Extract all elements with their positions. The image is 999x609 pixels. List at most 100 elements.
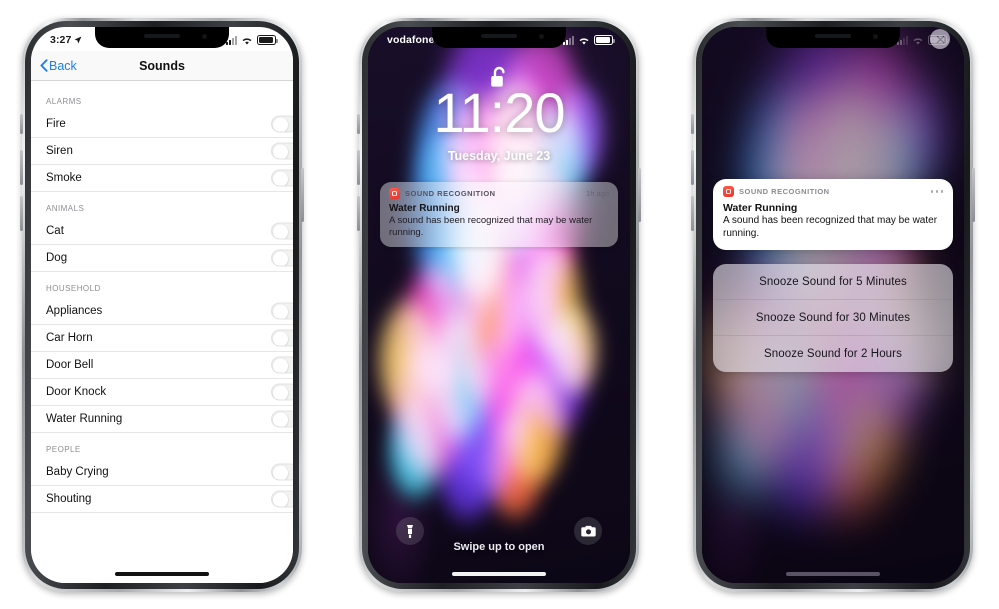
volume-up-button[interactable] <box>691 150 694 185</box>
expanded-notification[interactable]: SOUND RECOGNITION Water Running A sound … <box>713 179 953 250</box>
snooze-action-button[interactable]: Snooze Sound for 2 Hours <box>713 336 953 372</box>
notification-app-name: SOUND RECOGNITION <box>405 189 496 198</box>
notification-actions-list[interactable]: Snooze Sound for 5 Minutes Snooze Sound f… <box>713 264 953 372</box>
phone-settings-sounds: 3:27 Back Sounds ALARMS Fire Siren Smoke… <box>20 18 304 592</box>
screenshot-root: 3:27 Back Sounds ALARMS Fire Siren Smoke… <box>0 0 999 609</box>
lock-screen-bottom-controls: Swipe up to open <box>368 505 630 583</box>
list-row-label: Smoke <box>46 172 82 184</box>
mute-switch[interactable] <box>691 114 694 134</box>
mute-switch[interactable] <box>357 114 360 134</box>
list-row-label: Door Knock <box>46 386 107 398</box>
lock-screen-content: 11:20 Tuesday, June 23 SOUND RECOGNITION… <box>368 27 630 583</box>
home-indicator[interactable] <box>786 572 880 576</box>
list-row[interactable]: Shouting <box>31 486 293 513</box>
list-row[interactable]: Cat <box>31 218 293 245</box>
list-row-label: Appliances <box>46 305 103 317</box>
earpiece-speaker <box>481 34 517 38</box>
camera-icon <box>580 525 596 537</box>
home-indicator[interactable] <box>115 572 209 576</box>
sound-toggle-switch[interactable] <box>271 222 293 240</box>
toggle-knob <box>273 331 288 346</box>
sound-toggle-switch[interactable] <box>271 490 293 508</box>
power-button[interactable] <box>301 168 304 222</box>
sounds-list[interactable]: ALARMS Fire Siren Smoke ANIMALS Cat Dog HOUSEHO… <box>31 81 293 583</box>
notification-header: SOUND RECOGNITION 1h ago <box>389 188 609 199</box>
list-row[interactable]: Water Running <box>31 406 293 433</box>
list-row-label: Fire <box>46 118 66 130</box>
list-group-header: ANIMALS <box>31 192 293 218</box>
notification-title: Water Running <box>389 203 460 214</box>
front-camera <box>873 34 878 39</box>
list-row[interactable]: Appliances <box>31 298 293 325</box>
sound-recognition-app-icon <box>723 186 734 197</box>
list-row-label: Car Horn <box>46 332 93 344</box>
list-row[interactable]: Baby Crying <box>31 459 293 486</box>
sound-toggle-switch[interactable] <box>271 115 293 133</box>
toggle-knob <box>273 492 288 507</box>
sound-toggle-switch[interactable] <box>271 142 293 160</box>
notch <box>766 27 900 48</box>
list-row[interactable]: Fire <box>31 111 293 138</box>
battery-icon <box>594 35 615 45</box>
sound-toggle-switch[interactable] <box>271 169 293 187</box>
sound-toggle-switch[interactable] <box>271 383 293 401</box>
phone-lock-screen-notification: vodafone I 11:20 Tuesday, June 23 SOUND … <box>357 18 641 592</box>
earpiece-speaker <box>815 34 851 38</box>
list-row[interactable]: Smoke <box>31 165 293 192</box>
sound-toggle-switch[interactable] <box>271 302 293 320</box>
status-bar-right <box>563 35 615 45</box>
snooze-action-button[interactable]: Snooze Sound for 5 Minutes <box>713 264 953 300</box>
power-button[interactable] <box>638 168 641 222</box>
power-button[interactable] <box>972 168 975 222</box>
toggle-knob <box>273 385 288 400</box>
notification-banner[interactable]: SOUND RECOGNITION 1h ago Water Running A… <box>380 182 618 247</box>
volume-down-button[interactable] <box>357 196 360 231</box>
back-button-label: Back <box>49 58 77 73</box>
lock-screen-date: Tuesday, June 23 <box>447 149 551 163</box>
swipe-up-hint: Swipe up to open <box>453 541 545 553</box>
flashlight-icon <box>407 524 413 538</box>
notification-app-name: SOUND RECOGNITION <box>739 187 830 196</box>
sound-toggle-switch[interactable] <box>271 463 293 481</box>
more-options-icon[interactable] <box>930 190 943 193</box>
earpiece-speaker <box>144 34 180 38</box>
list-row[interactable]: Door Knock <box>31 379 293 406</box>
location-arrow-icon <box>74 36 82 44</box>
list-row-label: Water Running <box>46 413 123 425</box>
list-row[interactable]: Car Horn <box>31 325 293 352</box>
mute-switch[interactable] <box>20 114 23 134</box>
front-camera <box>539 34 544 39</box>
list-group-header: PEOPLE <box>31 433 293 459</box>
list-row-label: Door Bell <box>46 359 94 371</box>
sound-toggle-switch[interactable] <box>271 410 293 428</box>
back-button[interactable]: Back <box>31 59 77 73</box>
list-row[interactable]: Siren <box>31 138 293 165</box>
volume-down-button[interactable] <box>20 196 23 231</box>
sound-toggle-switch[interactable] <box>271 356 293 374</box>
list-row-label: Shouting <box>46 493 92 505</box>
wifi-icon <box>579 38 589 45</box>
volume-down-button[interactable] <box>691 196 694 231</box>
snooze-action-button[interactable]: Snooze Sound for 30 Minutes <box>713 300 953 336</box>
sound-toggle-switch[interactable] <box>271 249 293 267</box>
toggle-knob <box>273 358 288 373</box>
sound-toggle-switch[interactable] <box>271 329 293 347</box>
list-row[interactable]: Dog <box>31 245 293 272</box>
wifi-icon <box>913 38 923 45</box>
list-group-header: ALARMS <box>31 81 293 111</box>
home-indicator[interactable] <box>452 572 546 576</box>
front-camera <box>202 34 207 39</box>
list-row-label: Baby Crying <box>46 466 109 478</box>
chevron-left-icon <box>40 59 48 72</box>
sound-recognition-app-icon <box>389 188 400 199</box>
list-row[interactable]: Door Bell <box>31 352 293 379</box>
notification-header: SOUND RECOGNITION <box>723 186 943 197</box>
volume-up-button[interactable] <box>357 150 360 185</box>
toggle-knob <box>273 304 288 319</box>
status-bar-left: 3:27 <box>50 34 82 46</box>
phone-notification-actions: SOUND RECOGNITION Water Running A sound … <box>691 18 975 592</box>
notch <box>95 27 229 48</box>
notification-body: A sound has been recognized that may be … <box>723 215 938 239</box>
volume-up-button[interactable] <box>20 150 23 185</box>
battery-icon <box>928 35 949 45</box>
